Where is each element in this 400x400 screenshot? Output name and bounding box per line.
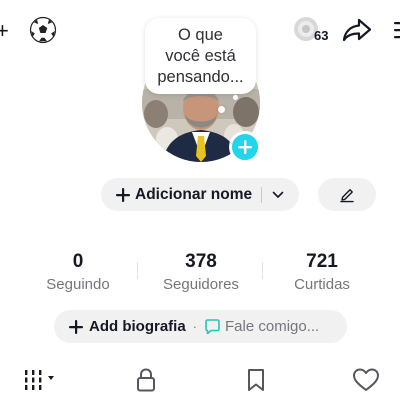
- stat-label: Seguindo: [46, 276, 110, 293]
- stat-following[interactable]: 0 Seguindo: [40, 251, 116, 294]
- divider: [261, 186, 263, 203]
- pencil-icon: [340, 188, 354, 202]
- heart-icon: [353, 368, 379, 391]
- edit-profile-button[interactable]: [318, 178, 376, 211]
- stat-label: Seguidores: [163, 276, 239, 293]
- stat-value: 721: [306, 251, 338, 272]
- bookmark-icon: [248, 369, 264, 391]
- hamburger-menu-icon[interactable]: [392, 21, 400, 39]
- add-bio-label: Add biografia: [89, 318, 186, 335]
- separator-dot: ·: [192, 319, 198, 334]
- tab-saved[interactable]: [238, 364, 274, 396]
- stat-likes[interactable]: 721 Curtidas: [284, 251, 360, 294]
- add-name-label: Adicionar nome: [135, 185, 253, 203]
- chat-bubble-icon: [205, 318, 220, 334]
- bubble-text-line: você está: [165, 46, 236, 65]
- bubble-tail-dot: [218, 106, 225, 113]
- bubble-text-line: pensando...: [157, 67, 244, 86]
- stat-label: Curtidas: [294, 276, 350, 293]
- share-arrow-icon[interactable]: [342, 17, 372, 43]
- soccer-ball-icon[interactable]: [29, 16, 57, 44]
- bubble-text-line: O que: [178, 25, 223, 44]
- plus-icon[interactable]: +: [0, 20, 9, 42]
- tab-videos[interactable]: [18, 364, 62, 396]
- plus-icon: [69, 319, 83, 334]
- add-name-button[interactable]: Adicionar nome: [101, 178, 299, 211]
- plus-icon: [116, 187, 130, 202]
- stat-value: 0: [72, 251, 84, 272]
- chevron-down-icon[interactable]: [272, 191, 284, 199]
- stat-followers[interactable]: 378 Seguidores: [152, 251, 250, 294]
- add-avatar-button[interactable]: [229, 131, 261, 163]
- stat-divider: [137, 262, 138, 279]
- coin-count[interactable]: 63: [314, 28, 328, 43]
- tab-private[interactable]: [128, 364, 164, 396]
- chat-placeholder: Fale comigo...: [225, 318, 320, 335]
- lock-icon: [137, 368, 155, 392]
- status-bubble[interactable]: O que você está pensando...: [145, 18, 256, 94]
- videos-grid-icon: [25, 370, 54, 390]
- stat-value: 378: [185, 251, 217, 272]
- bubble-tail-dot: [233, 95, 238, 100]
- plus-icon: [238, 140, 252, 154]
- add-bio-button[interactable]: Add biografia · Fale comigo...: [54, 310, 347, 343]
- tab-liked[interactable]: [348, 364, 384, 396]
- stat-divider: [262, 262, 263, 279]
- profile-screen: + 63 O que você está pensando... Adicion…: [0, 0, 400, 400]
